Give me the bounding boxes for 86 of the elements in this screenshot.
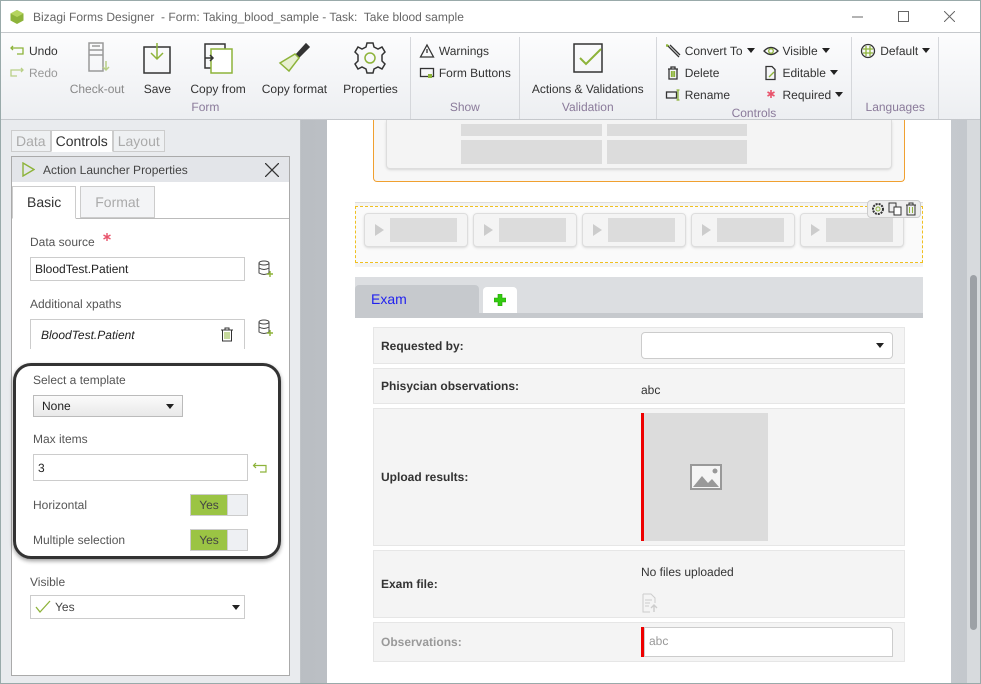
ribbon-button[interactable]: Editable [762, 63, 844, 82]
group-label: Validation [560, 99, 615, 116]
field-value: abc [641, 382, 660, 399]
upload-file-icon[interactable] [641, 593, 659, 613]
caret-icon [922, 48, 930, 53]
close-button[interactable] [265, 162, 279, 176]
warning-icon [418, 42, 435, 58]
ribbon-button[interactable]: Copy from [186, 41, 250, 98]
field-label: Data source [30, 234, 95, 251]
ribbon-button[interactable]: Convert To [664, 41, 754, 60]
group-label: Show [448, 99, 481, 116]
wand-icon [664, 42, 681, 58]
ribbon-button[interactable]: Required [762, 85, 844, 104]
text-field[interactable]: BloodTest.Patient [30, 257, 245, 281]
field-label: Select a template [33, 372, 126, 389]
trash-icon[interactable] [220, 327, 234, 342]
group-label: Form [190, 99, 220, 116]
list-item[interactable]: BloodTest.Patient [41, 326, 135, 344]
caret-icon [746, 48, 754, 53]
field-label: Horizontal [33, 497, 88, 514]
visible-dropdown[interactable]: Yes [30, 595, 245, 619]
minimize-icon [852, 16, 862, 18]
caret-icon [835, 92, 844, 97]
image-icon [690, 464, 722, 490]
panel-tab[interactable]: Controls [50, 130, 113, 152]
plus-icon [494, 294, 506, 306]
caret-icon [232, 604, 240, 610]
template-dropdown[interactable]: None [33, 395, 183, 417]
gear-icon[interactable] [871, 202, 885, 216]
ribbon-button[interactable]: Properties [339, 41, 402, 98]
checkmark-icon [35, 600, 51, 614]
ribbon-button[interactable]: Actions & Validations [528, 41, 648, 98]
add-tab-button[interactable] [483, 287, 517, 313]
gear-icon [353, 41, 388, 75]
rename-icon [664, 86, 681, 102]
duplicate-icon[interactable] [888, 202, 902, 216]
close-icon [265, 162, 279, 176]
ribbon-button[interactable]: Save [136, 41, 178, 98]
caret-icon [830, 70, 838, 75]
group-label: Controls [730, 105, 778, 122]
ribbon-button[interactable]: Delete [664, 63, 754, 82]
field-label: Requested by: [381, 338, 464, 354]
field-label: Exam file: [381, 576, 438, 593]
ribbon-button[interactable]: Default [860, 41, 930, 60]
group-label: Languages [864, 99, 926, 116]
field-label: Max items [33, 431, 88, 448]
field-label: Additional xpaths [30, 296, 122, 313]
text-field[interactable]: 3 [33, 454, 248, 481]
reset-icon[interactable] [252, 462, 268, 474]
dropdown-value: Yes [55, 599, 75, 616]
database-add-icon [257, 319, 273, 337]
ribbon-button[interactable]: Undo [9, 41, 58, 60]
ribbon-button[interactable]: Visible [762, 41, 844, 60]
ribbon-button[interactable]: Form Buttons [418, 63, 511, 82]
file-status: No files uploaded [641, 564, 734, 581]
trash-icon[interactable] [905, 202, 917, 216]
properties-tab[interactable]: Basic [12, 186, 76, 219]
checkbox-icon [570, 41, 605, 75]
field-label: Visible [30, 574, 66, 591]
requested-by-dropdown[interactable] [641, 332, 893, 359]
ribbon-button[interactable]: Rename [664, 85, 754, 104]
field-label: Observations: [381, 634, 462, 651]
caret-icon [166, 404, 174, 408]
toggle-switch[interactable]: Yes [190, 529, 248, 551]
field-label: Upload results: [381, 469, 468, 486]
caret-icon [822, 48, 830, 53]
paintbrush-icon [277, 41, 312, 75]
close-icon [944, 11, 954, 22]
toggle-switch[interactable]: Yes [190, 494, 248, 516]
properties-title: Action Launcher Properties [43, 162, 188, 178]
maximize-icon [898, 11, 908, 22]
image-placeholder[interactable] [644, 413, 768, 541]
ribbon-button[interactable]: Warnings [418, 41, 511, 60]
window-title: Bizagi Forms Designer - Form: Taking_blood_sample - Task: Take blood sample [33, 8, 464, 26]
scrollbar-thumb[interactable] [970, 275, 977, 630]
play-icon [22, 162, 35, 177]
field-label: Phisycian observations: [381, 378, 520, 395]
globe-icon [860, 42, 876, 58]
list-field[interactable]: BloodTest.Patient [30, 319, 245, 349]
app-logo-icon [9, 8, 25, 24]
form-tab[interactable]: Exam [355, 285, 479, 313]
field-label: Multiple selection [33, 532, 126, 549]
ribbon-button[interactable]: Copy format [258, 41, 332, 98]
caret-icon [876, 343, 884, 348]
database-add-icon [257, 260, 273, 278]
edit-page-icon [762, 64, 778, 80]
